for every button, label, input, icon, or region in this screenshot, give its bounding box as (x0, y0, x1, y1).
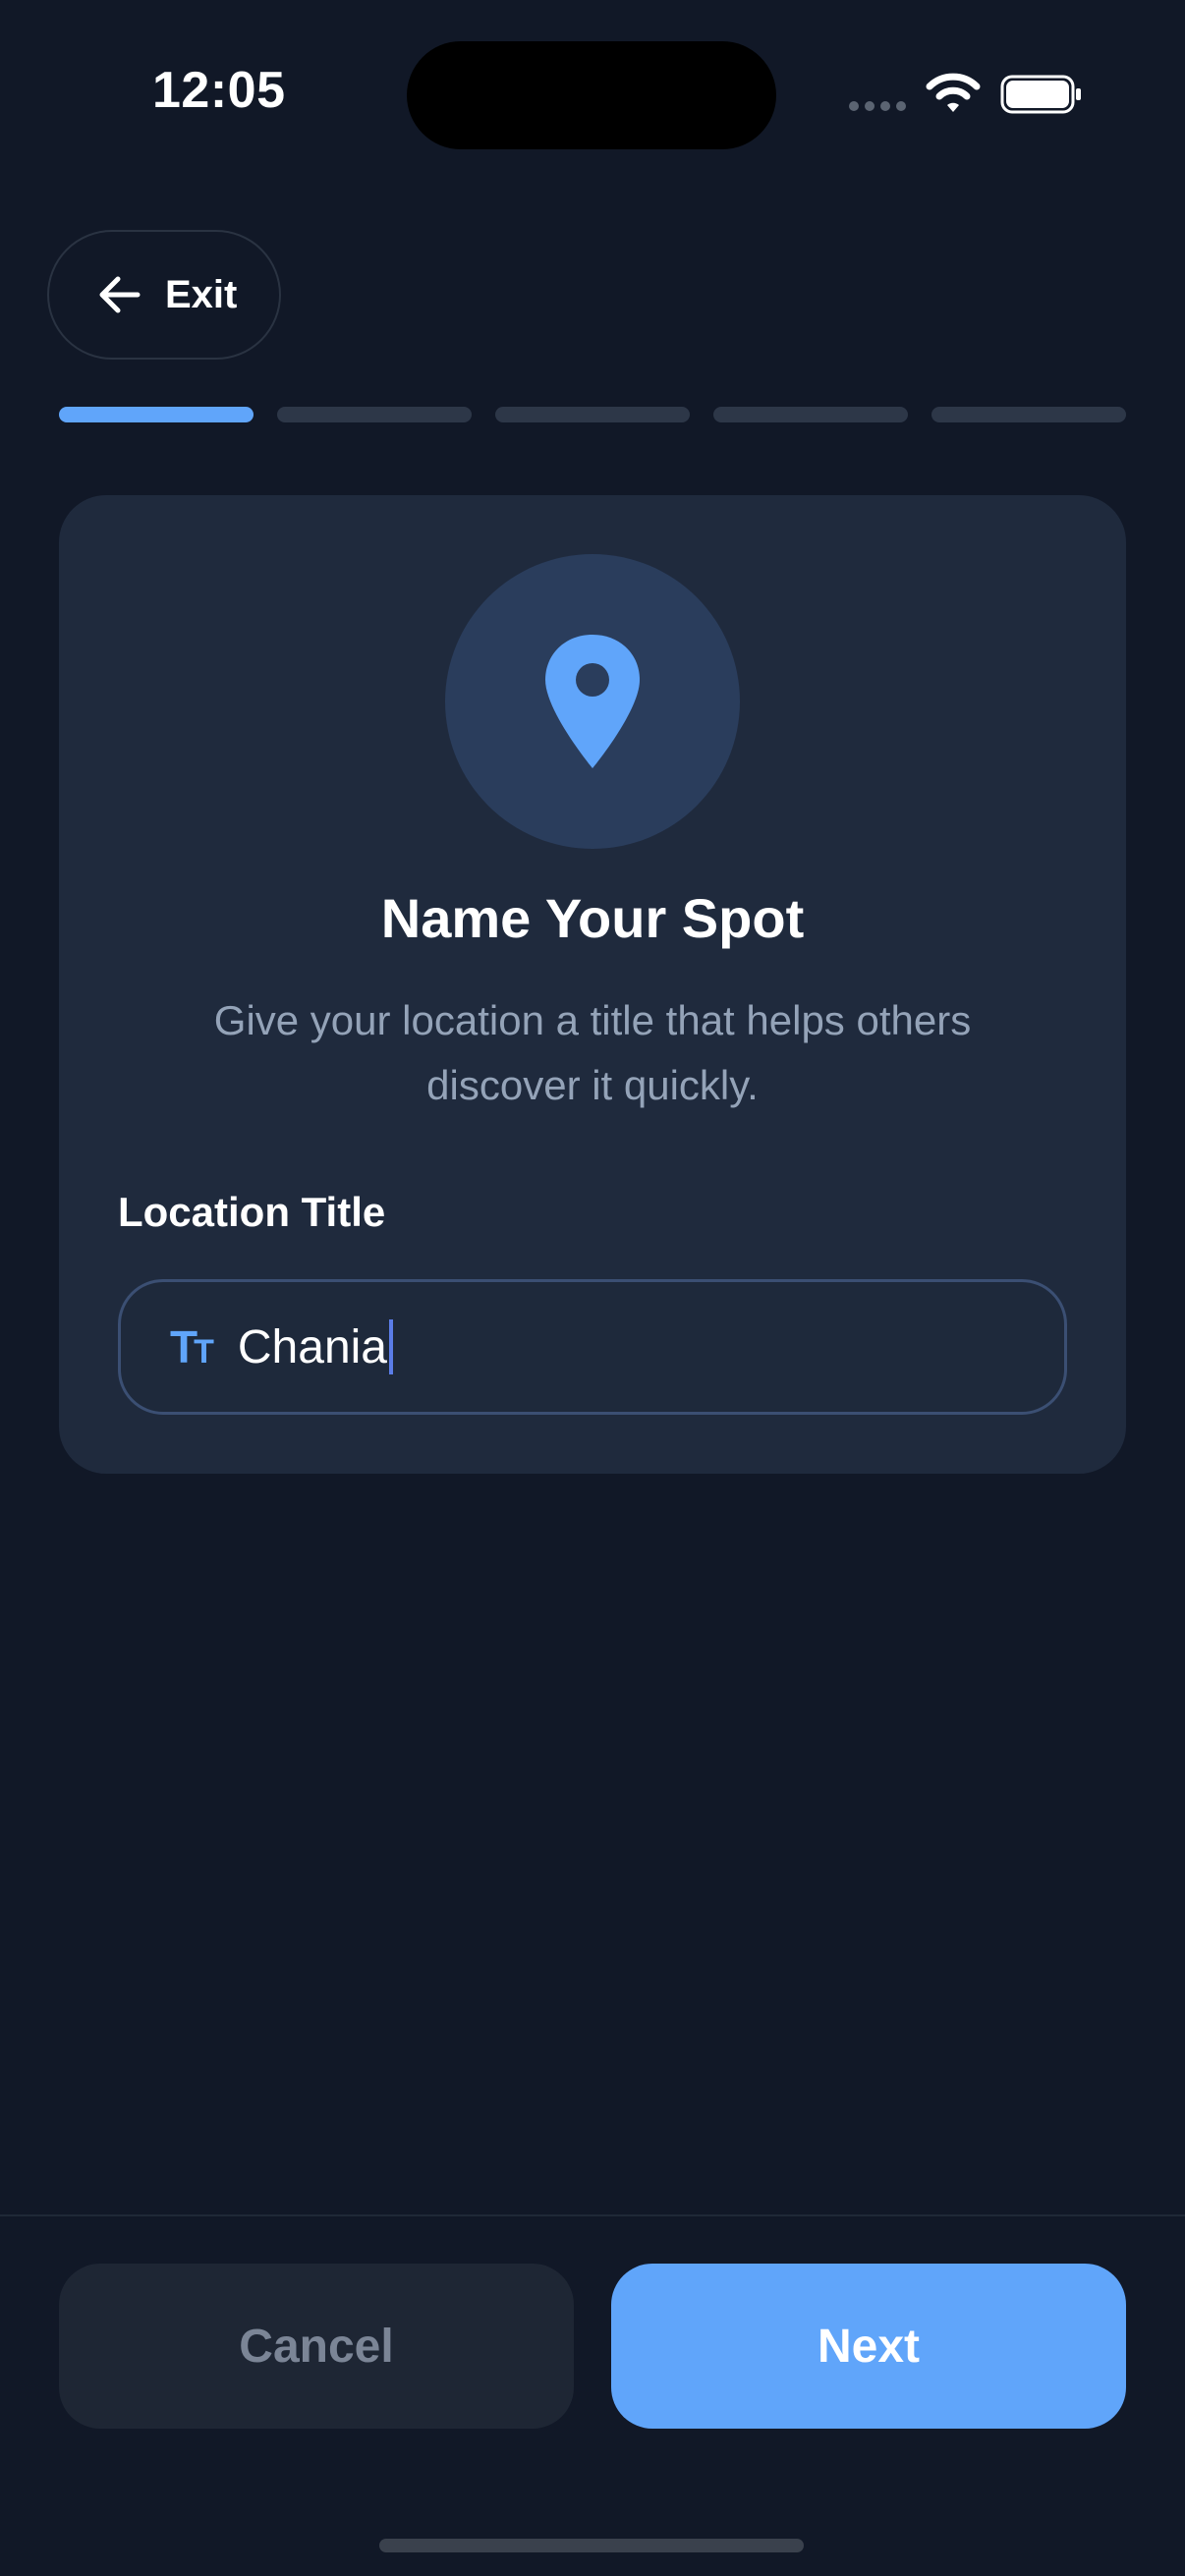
location-title-label: Location Title (118, 1189, 386, 1235)
name-spot-card: Name Your Spot Give your location a titl… (59, 495, 1126, 1474)
footer-divider (0, 2214, 1185, 2216)
progress-indicator (59, 407, 1126, 422)
progress-step-5 (931, 407, 1126, 422)
cancel-button[interactable]: Cancel (59, 2264, 574, 2429)
next-button[interactable]: Next (611, 2264, 1126, 2429)
progress-step-1 (59, 407, 254, 422)
battery-icon (1000, 75, 1081, 114)
map-pin-icon (545, 635, 640, 768)
progress-step-4 (713, 407, 908, 422)
card-description: Give your location a title that helps ot… (213, 997, 972, 1108)
home-indicator[interactable] (379, 2539, 804, 2552)
wifi-icon (926, 73, 981, 112)
location-title-input[interactable]: TT Chania (118, 1279, 1067, 1415)
progress-step-3 (495, 407, 690, 422)
status-time: 12:05 (152, 62, 286, 119)
location-title-value[interactable]: Chania (238, 1320, 387, 1374)
text-size-icon: TT (170, 1321, 214, 1372)
status-bar: 12:05 (0, 0, 1185, 187)
text-cursor (389, 1319, 393, 1374)
exit-label: Exit (165, 272, 238, 316)
exit-button[interactable]: Exit (47, 230, 281, 360)
arrow-left-icon (99, 276, 141, 313)
card-title: Name Your Spot (380, 887, 805, 949)
dynamic-island (407, 41, 776, 149)
progress-step-2 (277, 407, 472, 422)
cellular-signal-icon (849, 101, 906, 111)
icon-badge (445, 554, 740, 849)
